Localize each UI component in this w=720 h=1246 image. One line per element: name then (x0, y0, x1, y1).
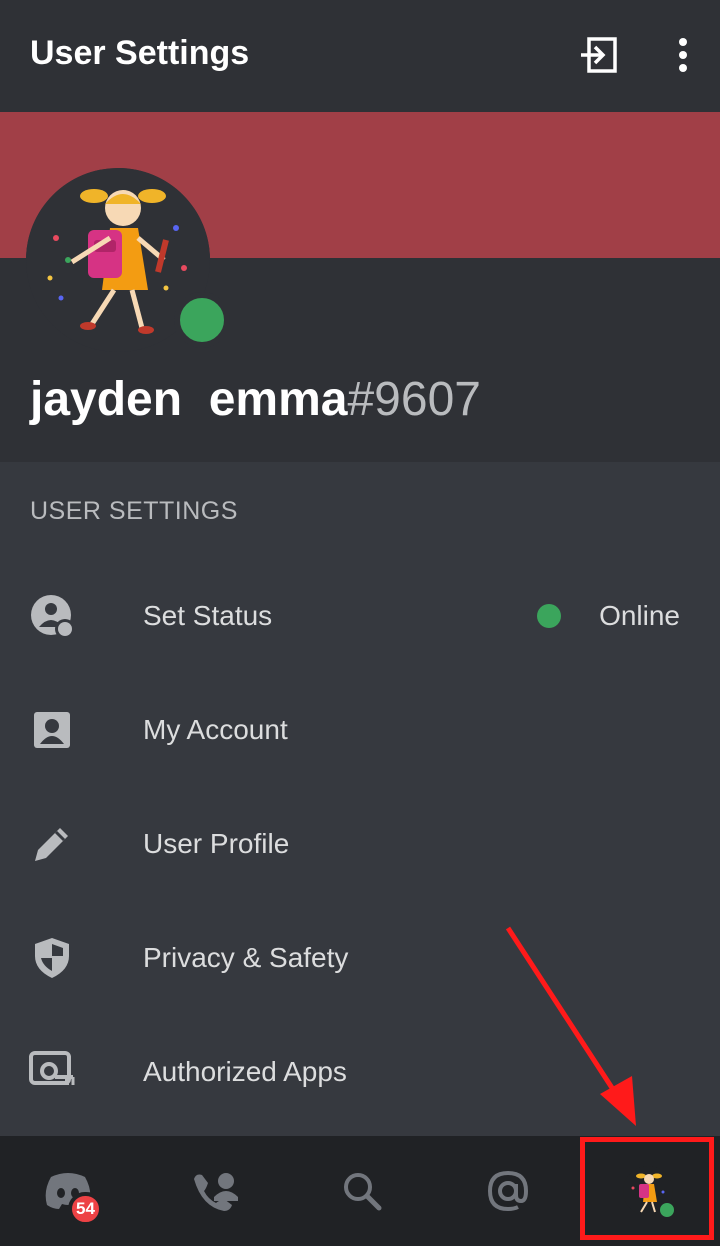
more-options-button[interactable] (658, 30, 708, 80)
shield-icon (28, 934, 76, 982)
app-header: User Settings (0, 0, 720, 112)
status-value: Online (537, 600, 680, 632)
pencil-icon (28, 820, 76, 868)
authorized-apps-icon (28, 1048, 76, 1096)
status-text: Online (599, 600, 680, 631)
profile-avatar[interactable] (26, 168, 230, 352)
menu-item-authorized-apps[interactable]: Authorized Apps (0, 1022, 720, 1122)
display-name: jayden emma (30, 373, 348, 426)
highlight-box (580, 1137, 714, 1240)
online-dot-icon (537, 604, 562, 628)
mentions-icon (487, 1170, 529, 1212)
status-icon (28, 592, 76, 640)
logout-button[interactable] (574, 30, 624, 80)
logout-icon (581, 37, 617, 73)
nav-mentions-button[interactable] (468, 1156, 548, 1226)
account-icon (28, 706, 76, 754)
nav-home-button[interactable]: 54 (28, 1156, 108, 1226)
nav-search-button[interactable] (322, 1156, 402, 1226)
menu-item-label: Set Status (143, 600, 273, 631)
more-vertical-icon (679, 38, 687, 72)
menu-item-user-profile[interactable]: User Profile (0, 794, 720, 894)
section-label: USER SETTINGS (30, 497, 238, 525)
friends-icon (194, 1173, 238, 1211)
online-status-indicator (174, 292, 230, 348)
username: jayden emma#9607 (30, 372, 481, 427)
page-title: User Settings (30, 34, 250, 72)
menu-item-privacy-safety[interactable]: Privacy & Safety (0, 908, 720, 1008)
discriminator: #9607 (347, 373, 481, 426)
menu-item-label: Authorized Apps (143, 1056, 347, 1087)
menu-item-label: My Account (143, 714, 288, 745)
search-icon (344, 1173, 382, 1211)
nav-friends-button[interactable] (176, 1156, 256, 1226)
menu-item-set-status[interactable]: Set Status Online (0, 566, 720, 666)
menu-item-label: User Profile (143, 828, 290, 859)
menu-item-label: Privacy & Safety (143, 942, 349, 973)
notification-badge: 54 (68, 1192, 103, 1226)
menu-item-my-account[interactable]: My Account (0, 680, 720, 780)
